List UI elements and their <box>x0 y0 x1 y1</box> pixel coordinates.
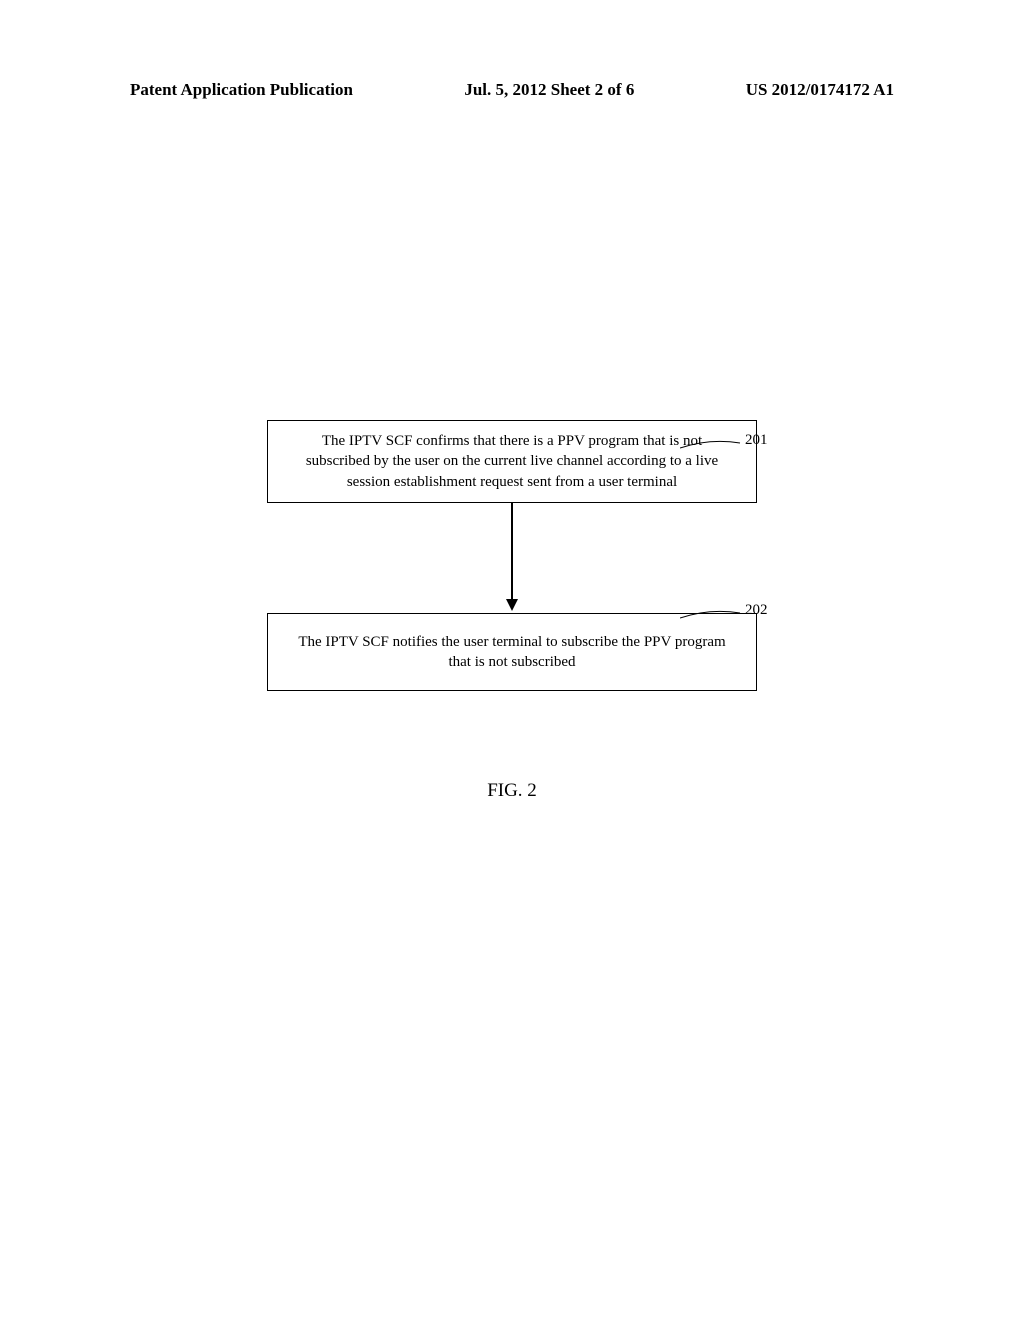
header-right: US 2012/0174172 A1 <box>746 80 894 100</box>
flow-arrow <box>511 503 513 613</box>
box-201-text: The IPTV SCF confirms that there is a PP… <box>306 433 718 490</box>
page-header: Patent Application Publication Jul. 5, 2… <box>0 80 1024 100</box>
figure-label: FIG. 2 <box>0 780 1024 802</box>
arrow-head-icon <box>506 599 518 611</box>
flowchart-diagram: The IPTV SCF confirms that there is a PP… <box>0 420 1024 691</box>
callout-label-201: 201 <box>745 432 768 449</box>
header-center: Jul. 5, 2012 Sheet 2 of 6 <box>464 80 634 100</box>
arrow-line <box>511 503 513 603</box>
box-202-text: The IPTV SCF notifies the user terminal … <box>298 634 725 670</box>
header-left: Patent Application Publication <box>130 80 353 100</box>
callout-curve-202 <box>680 608 790 638</box>
callout-curve-201 <box>680 438 790 468</box>
callout-label-202: 202 <box>745 602 768 619</box>
